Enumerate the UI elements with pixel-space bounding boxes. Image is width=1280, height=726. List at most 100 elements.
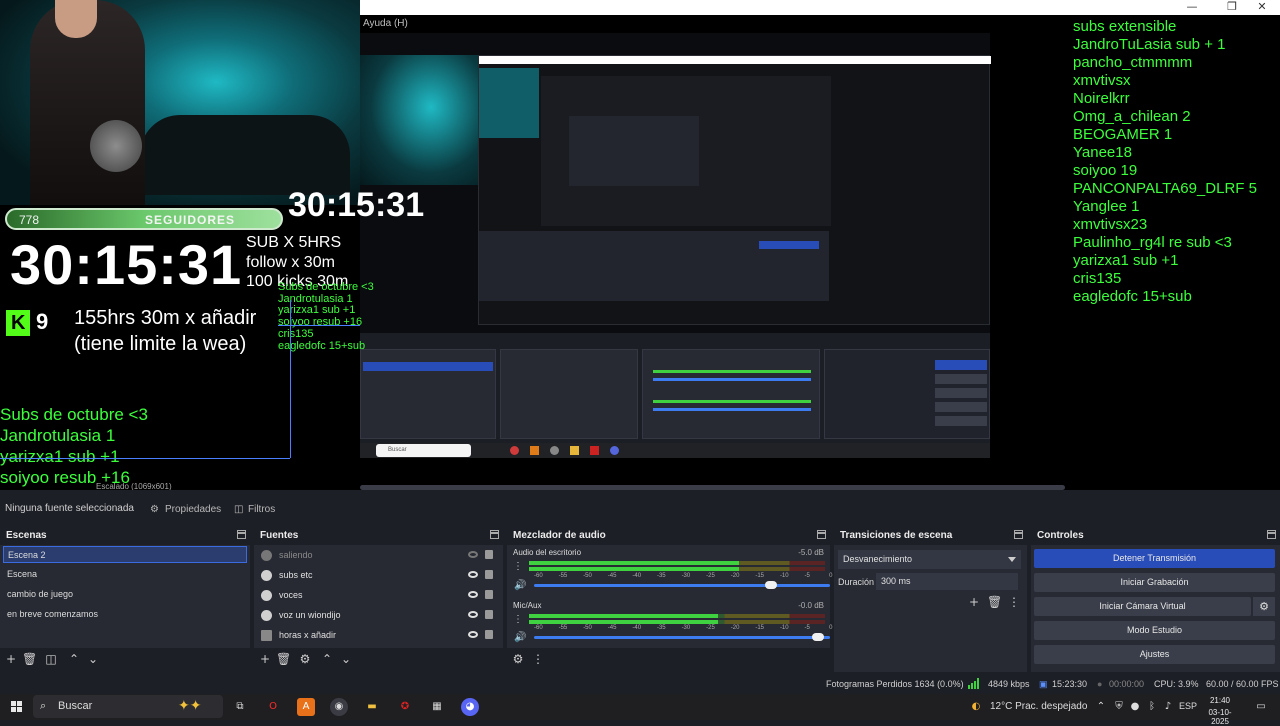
taskbar-search[interactable]: ⌕ Buscar ✦✦ bbox=[33, 695, 223, 718]
dock-undock-icon[interactable] bbox=[237, 530, 246, 539]
eye-icon[interactable] bbox=[468, 631, 478, 638]
opera-icon[interactable]: O bbox=[264, 698, 282, 716]
scene-item[interactable]: Escena 2 bbox=[3, 546, 247, 563]
start-recording-button[interactable]: Iniciar Grabación bbox=[1034, 573, 1275, 592]
slider-handle[interactable] bbox=[764, 581, 777, 589]
eye-icon[interactable] bbox=[468, 611, 478, 618]
properties-button[interactable]: ⚙ Propiedades bbox=[145, 500, 221, 520]
volume-slider[interactable] bbox=[534, 633, 830, 641]
trash-icon[interactable]: 🗑 bbox=[22, 652, 37, 666]
volume-icon[interactable]: ♪ bbox=[1159, 698, 1177, 716]
language-indicator[interactable]: ESP bbox=[1179, 701, 1197, 711]
task-view-icon[interactable]: ⧉ bbox=[231, 698, 249, 716]
lock-icon[interactable] bbox=[485, 630, 493, 639]
add-icon[interactable]: + bbox=[967, 595, 981, 609]
microphone-icon[interactable]: ● bbox=[1126, 698, 1144, 716]
studio-mode-button[interactable]: Modo Estudio bbox=[1034, 621, 1275, 640]
add-icon[interactable]: + bbox=[258, 652, 272, 666]
source-item[interactable]: saliendo bbox=[258, 546, 498, 564]
preview-scrollbar[interactable] bbox=[360, 485, 1065, 490]
lock-icon[interactable] bbox=[485, 610, 493, 619]
filter-icon[interactable]: ◫ bbox=[44, 652, 58, 666]
meter-tick-label: -15 bbox=[755, 625, 765, 631]
lock-icon[interactable] bbox=[485, 570, 493, 579]
store-icon[interactable]: ▦ bbox=[428, 698, 446, 716]
close-button[interactable]: ✕ bbox=[1242, 0, 1280, 15]
chevron-down-icon bbox=[1008, 557, 1016, 562]
settings-button[interactable]: Ajustes bbox=[1034, 645, 1275, 664]
audio-mixer-dock: Mezclador de audio Audio del escritorio … bbox=[507, 527, 832, 672]
lock-icon[interactable] bbox=[485, 550, 493, 559]
source-item[interactable]: voces bbox=[258, 586, 498, 604]
folder-icon[interactable]: ▬ bbox=[363, 698, 381, 716]
preview-canvas[interactable]: — ❐ ✕ Ayuda (H) Buscar 778 SEGUIDORES 30… bbox=[0, 0, 1280, 490]
meter-tick-label: -10 bbox=[779, 573, 789, 579]
weather[interactable]: 12°C Prac. despejado bbox=[990, 701, 1087, 712]
obs-icon[interactable]: ◉ bbox=[330, 698, 348, 716]
scene-item[interactable]: cambio de juego bbox=[3, 586, 247, 603]
gear-icon[interactable]: ⚙ bbox=[511, 652, 525, 666]
move-up-icon[interactable]: ⌃ bbox=[320, 652, 334, 666]
record-icon: ● bbox=[1097, 679, 1103, 689]
discord-icon[interactable]: ◕ bbox=[461, 698, 479, 716]
channel-menu-icon[interactable]: ⋮ bbox=[513, 561, 523, 572]
chevron-up-icon[interactable]: ⌃ bbox=[1092, 698, 1110, 716]
windows-start-icon[interactable] bbox=[11, 701, 23, 713]
channel-name: Audio del escritorio bbox=[513, 548, 582, 557]
dock-undock-icon[interactable] bbox=[490, 530, 499, 539]
fps: 60.00 / 60.00 FPS bbox=[1206, 679, 1279, 689]
trash-icon[interactable]: 🗑 bbox=[276, 652, 291, 666]
start-virtual-camera-button[interactable]: Iniciar Cámara Virtual bbox=[1034, 597, 1251, 616]
source-name: saliendo bbox=[279, 550, 313, 560]
menu-help[interactable]: Ayuda (H) bbox=[363, 18, 408, 29]
slider-handle[interactable] bbox=[812, 633, 825, 641]
volume-meter bbox=[529, 561, 825, 565]
scene-item[interactable]: en breve comenzamos bbox=[3, 606, 247, 623]
list-item: yarizxa1 sub +1 bbox=[1073, 252, 1179, 269]
meter-tick-label: -35 bbox=[656, 573, 666, 579]
dock-undock-icon[interactable] bbox=[1267, 530, 1276, 539]
selection-outline bbox=[290, 300, 291, 458]
source-item[interactable]: voz un wiondijo bbox=[258, 606, 498, 624]
trash-icon[interactable]: 🗑 bbox=[987, 595, 1002, 609]
meter-tick-label: -45 bbox=[607, 573, 617, 579]
volume-slider[interactable] bbox=[534, 581, 830, 589]
game-icon[interactable]: ✪ bbox=[396, 698, 414, 716]
clock-date[interactable]: 03-10-2025 bbox=[1200, 708, 1240, 726]
move-up-icon[interactable]: ⌃ bbox=[67, 652, 81, 666]
channel-menu-icon[interactable]: ⋮ bbox=[513, 614, 523, 625]
scenes-title: Escenas bbox=[6, 530, 47, 541]
more-icon[interactable]: ⋮ bbox=[531, 652, 545, 666]
move-down-icon[interactable]: ⌄ bbox=[86, 652, 100, 666]
filters-button[interactable]: ◫ Filtros bbox=[228, 500, 275, 520]
source-item[interactable]: horas x añadir bbox=[258, 626, 498, 644]
meter-tick-label: -5 bbox=[804, 573, 810, 579]
lock-icon[interactable] bbox=[485, 590, 493, 599]
browser-source-icon bbox=[261, 570, 272, 581]
eye-icon[interactable] bbox=[468, 591, 478, 598]
duration-input[interactable]: 300 ms bbox=[876, 573, 1018, 590]
meter-tick-label: -15 bbox=[755, 573, 765, 579]
notifications-icon[interactable]: ▭ bbox=[1252, 698, 1270, 716]
add-icon[interactable]: + bbox=[4, 652, 18, 666]
gear-icon[interactable]: ⚙ bbox=[298, 652, 312, 666]
speaker-icon[interactable]: 🔊 bbox=[514, 580, 526, 591]
app-icon[interactable]: A bbox=[297, 698, 315, 716]
dock-undock-icon[interactable] bbox=[1014, 530, 1023, 539]
more-icon[interactable]: ⋮ bbox=[1007, 595, 1021, 609]
stop-streaming-button[interactable]: Detener Transmisión bbox=[1034, 549, 1275, 568]
eye-icon[interactable] bbox=[468, 571, 478, 578]
eye-hidden-icon[interactable] bbox=[468, 551, 478, 558]
windows-taskbar: ⌕ Buscar ✦✦ ⧉ O A ◉ ▬ ✪ ▦ ◕ ◐ 12°C Prac.… bbox=[0, 694, 1280, 726]
clock-time[interactable]: 21:40 bbox=[1200, 696, 1240, 705]
minimize-button[interactable]: — bbox=[1172, 0, 1212, 15]
search-highlight-icon: ✦✦ bbox=[178, 697, 202, 713]
source-item[interactable]: subs etc bbox=[258, 566, 498, 584]
dock-undock-icon[interactable] bbox=[817, 530, 826, 539]
transition-select[interactable]: Desvanecimiento bbox=[838, 550, 1021, 569]
gear-icon[interactable]: ⚙ bbox=[1253, 597, 1275, 616]
scene-item[interactable]: Escena bbox=[3, 566, 247, 583]
channel-db: -5.0 dB bbox=[798, 548, 824, 557]
move-down-icon[interactable]: ⌄ bbox=[339, 652, 353, 666]
speaker-icon[interactable]: 🔊 bbox=[514, 632, 526, 643]
